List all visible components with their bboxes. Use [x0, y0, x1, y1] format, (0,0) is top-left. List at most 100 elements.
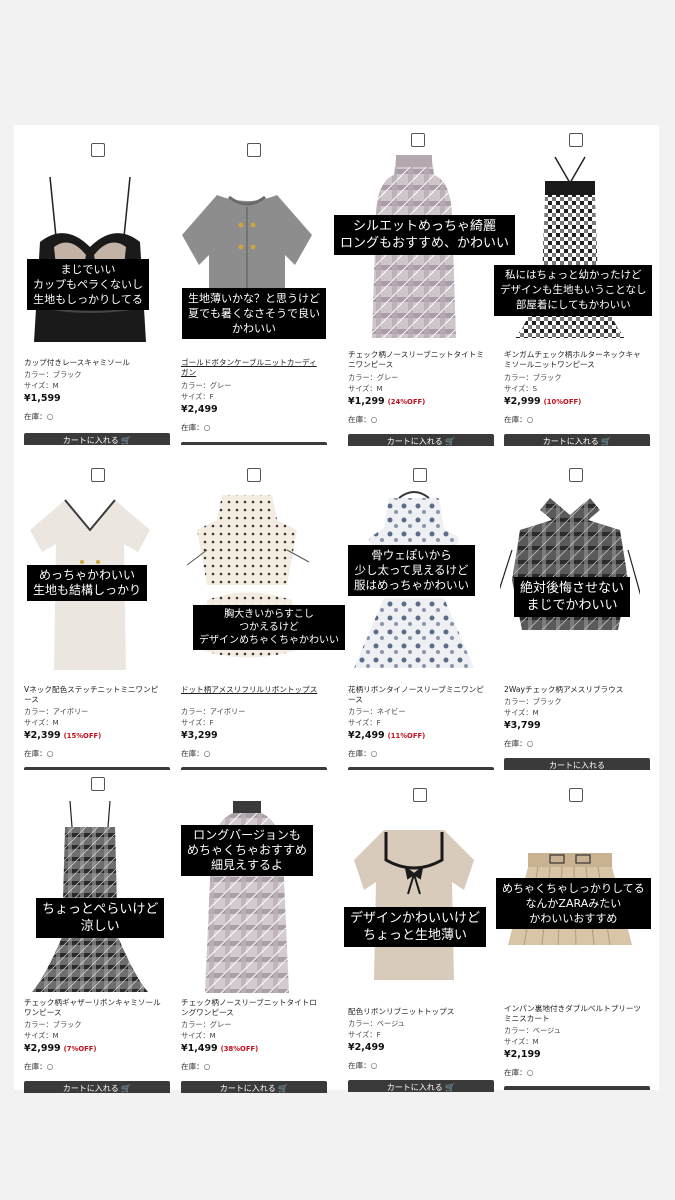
- add-to-cart-button[interactable]: [504, 1086, 650, 1090]
- review-caption: ちょっとぺらいけど 涼しい: [36, 898, 165, 938]
- select-checkbox[interactable]: [91, 143, 105, 157]
- select-checkbox[interactable]: [411, 133, 425, 147]
- select-checkbox[interactable]: [569, 133, 583, 147]
- add-to-cart-button[interactable]: カートに入れる 🛒: [348, 1080, 494, 1092]
- select-checkbox[interactable]: [413, 788, 427, 802]
- add-to-cart-button[interactable]: カートに入れる: [504, 758, 650, 770]
- product-image[interactable]: [20, 167, 160, 347]
- select-checkbox[interactable]: [413, 468, 427, 482]
- stock-status: 在庫：○: [348, 415, 378, 424]
- product-price: ¥2,999 (7%OFF): [24, 1043, 97, 1054]
- stock-status: 在庫：○: [181, 749, 211, 758]
- product-name[interactable]: インパン裏地付きダブルベルトプリーツミニスカート: [504, 1004, 644, 1024]
- product-color: カラー：グレー: [181, 381, 232, 390]
- product-name[interactable]: 2Wayチェック柄アメスリブラウス: [504, 685, 644, 695]
- select-checkbox[interactable]: [569, 788, 583, 802]
- select-checkbox[interactable]: [569, 468, 583, 482]
- product-color: カラー：ブラック: [24, 1020, 82, 1029]
- product-card: 骨ウェぽいから 少し太って見えるけど 服はめっちゃかわいい 花柄リボンタイノースリー…: [338, 460, 494, 780]
- product-name[interactable]: 配色リボンリブニットトップス: [348, 1007, 488, 1017]
- stock-status: 在庫：○: [504, 415, 534, 424]
- product-price: ¥2,399 (15%OFF): [24, 730, 102, 741]
- add-to-cart-button[interactable]: カートに入れる 🛒: [24, 433, 170, 445]
- product-color: カラー：ブラック: [504, 697, 562, 706]
- stock-status: 在庫：○: [24, 412, 54, 421]
- black-lace-camisole-icon: [34, 176, 146, 342]
- product-name[interactable]: Vネック配色ステッチニットミニワンピース: [24, 685, 164, 705]
- stock-status: 在庫：○: [181, 423, 211, 432]
- review-caption: 生地薄いかな？と思うけど 夏でも暑くなさそうで良い かわいい: [182, 288, 326, 339]
- stock-status: 在庫：○: [504, 739, 534, 748]
- cart-icon: 🛒: [278, 1084, 289, 1093]
- product-name[interactable]: チェック柄ギャザーリボンキャミソールワンピース: [24, 998, 164, 1018]
- product-name[interactable]: チェック柄ノースリーブニットタイトミニワンピース: [348, 350, 488, 370]
- product-size: サイズ：M: [504, 708, 539, 717]
- add-to-cart-button[interactable]: [181, 442, 327, 445]
- product-size: サイズ：F: [348, 1030, 381, 1039]
- add-to-cart-button[interactable]: カートに入れる 🛒: [24, 1081, 170, 1093]
- add-to-cart-button[interactable]: カートに入れる 🛒: [348, 434, 494, 446]
- add-to-cart-button[interactable]: [24, 767, 170, 770]
- review-caption: 骨ウェぽいから 少し太って見えるけど 服はめっちゃかわいい: [348, 545, 475, 596]
- select-checkbox[interactable]: [91, 777, 105, 791]
- review-caption: 絶対後悔させない まじでかわいい: [514, 577, 631, 617]
- product-card: めっちゃかわいい 生地も結構しっかり Vネック配色ステッチニットミニワンピース カ…: [14, 460, 170, 780]
- product-size: サイズ：F: [181, 392, 214, 401]
- add-to-cart-button[interactable]: [181, 767, 327, 770]
- product-name[interactable]: チェック柄ノースリーブニットタイトロングワンピース: [181, 998, 321, 1018]
- product-color: カラー：アイボリー: [24, 707, 89, 716]
- product-image[interactable]: [20, 797, 160, 995]
- add-to-cart-button[interactable]: カートに入れる 🛒: [504, 434, 650, 446]
- product-name[interactable]: ゴールドボタンケーブルニットカーディガン: [181, 358, 321, 378]
- product-card: シルエットめっちゃ綺麗 ロングもおすすめ、かわいい チェック柄ノースリーブニットタ…: [334, 125, 516, 446]
- select-checkbox[interactable]: [91, 468, 105, 482]
- product-price: ¥1,599: [24, 393, 61, 404]
- review-caption: シルエットめっちゃ綺麗 ロングもおすすめ、かわいい: [334, 215, 516, 255]
- product-card: まじでいい カップもペラくないし 生地もしっかりしてる カップ付きレースキャミソール…: [14, 125, 170, 445]
- product-card: ロングバージョンも めちゃくちゃおすすめ 細見えするよ チェック柄ノースリーブニット…: [171, 775, 327, 1095]
- product-name[interactable]: ギンガムチェック柄ホルターネックキャミソールニットワンピース: [504, 350, 644, 370]
- product-price: ¥1,299 (24%OFF): [348, 396, 426, 407]
- product-color: カラー：ベージュ: [348, 1019, 405, 1028]
- product-name[interactable]: 花柄リボンタイノースリーブミニワンピース: [348, 685, 488, 705]
- product-grid: まじでいい カップもペラくないし 生地もしっかりしてる カップ付きレースキャミソール…: [14, 125, 659, 1093]
- product-card: 私にはちょっと幼かったけど デザインも生地もいうことなし 部屋着にしてもかわいい ギ…: [494, 125, 653, 446]
- stock-status: 在庫：○: [24, 1062, 54, 1071]
- product-price: ¥3,799: [504, 720, 541, 731]
- product-name[interactable]: カップ付きレースキャミソール: [24, 358, 164, 368]
- product-size: サイズ：M: [504, 1037, 539, 1046]
- product-size: サイズ：M: [181, 1031, 216, 1040]
- stock-status: 在庫：○: [348, 749, 378, 758]
- select-checkbox[interactable]: [247, 468, 261, 482]
- product-color: カラー：グレー: [348, 373, 399, 382]
- review-caption: ロングバージョンも めちゃくちゃおすすめ 細見えするよ: [181, 825, 314, 876]
- product-price: ¥2,499 (11%OFF): [348, 730, 426, 741]
- add-to-cart-button[interactable]: [348, 767, 494, 770]
- review-caption: デザインかわいいけど ちょっと生地薄い: [344, 907, 487, 947]
- cart-icon: 🛒: [121, 1084, 132, 1093]
- select-checkbox[interactable]: [247, 143, 261, 157]
- stock-status: 在庫：○: [504, 1068, 534, 1077]
- product-color: カラー：ブラック: [504, 373, 562, 382]
- product-card: 絶対後悔させない まじでかわいい 2Wayチェック柄アメスリブラウス カラー：ブラ…: [494, 460, 650, 780]
- product-size: サイズ：S: [504, 384, 538, 393]
- product-name[interactable]: ドット柄アメスリフリルリボントップス: [181, 685, 321, 695]
- product-color: カラー：ネイビー: [348, 707, 406, 716]
- review-caption: 私にはちょっと幼かったけど デザインも生地もいうことなし 部屋着にしてもかわいい: [494, 265, 653, 316]
- stock-status: 在庫：○: [181, 1062, 211, 1071]
- product-color: カラー：ブラック: [24, 370, 82, 379]
- product-image[interactable]: [344, 820, 484, 985]
- stock-status: 在庫：○: [348, 1061, 378, 1070]
- product-card: ちょっとぺらいけど 涼しい チェック柄ギャザーリボンキャミソールワンピース カラー…: [14, 775, 170, 1095]
- review-caption: 胸大きいからすこし つかえるけど デザインめちゃくちゃかわいい: [193, 605, 345, 650]
- product-size: サイズ：F: [348, 718, 381, 727]
- add-to-cart-button[interactable]: カートに入れる 🛒: [181, 1081, 327, 1093]
- beige-ribbon-top-icon: [354, 830, 474, 980]
- review-caption: めちゃくちゃしっかりしてる なんかZARAみたい かわいいおすすめ: [496, 878, 651, 929]
- cart-icon: 🛒: [121, 436, 132, 445]
- product-size: サイズ：M: [24, 1031, 59, 1040]
- product-price: ¥3,299: [181, 730, 218, 741]
- product-color: カラー：アイボリー: [181, 707, 246, 716]
- product-card: 胸大きいからすこし つかえるけど デザインめちゃくちゃかわいい ドット柄アメスリフリ…: [171, 460, 345, 780]
- product-color: カラー：グレー: [181, 1020, 232, 1029]
